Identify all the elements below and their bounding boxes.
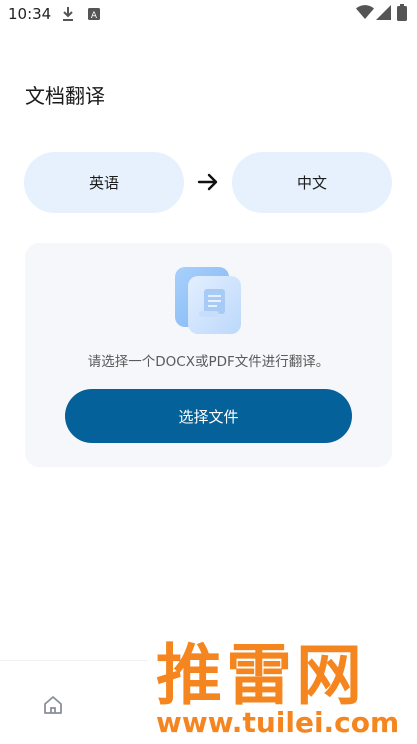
battery-icon	[397, 4, 407, 25]
choose-file-label: 选择文件	[178, 407, 239, 426]
status-time: 10:34	[8, 5, 52, 23]
page-title: 文档翻译	[25, 84, 105, 108]
download-icon	[61, 6, 75, 26]
target-language-label: 中文	[296, 174, 327, 192]
wifi-icon	[356, 5, 374, 24]
arrow-right-icon[interactable]	[197, 170, 219, 194]
svg-text:A: A	[91, 11, 98, 21]
source-language-label: 英语	[88, 174, 119, 192]
a-badge-icon: A	[88, 6, 100, 25]
status-bar: 10:34 A	[0, 0, 417, 30]
upload-hint: 请选择一个DOCX或PDF文件进行翻译。	[87, 354, 330, 370]
signal-icon	[376, 5, 391, 24]
watermark-logo: 推雷网 www.tuilei.com	[148, 622, 417, 743]
target-language-button[interactable]: 中文	[232, 152, 392, 213]
home-icon[interactable]	[42, 694, 64, 720]
choose-file-button[interactable]: 选择文件	[65, 389, 352, 443]
upload-card: 请选择一个DOCX或PDF文件进行翻译。 选择文件	[25, 243, 392, 467]
document-stack-icon	[175, 267, 245, 337]
watermark-url: www.tuilei.com	[156, 706, 400, 739]
source-language-button[interactable]: 英语	[24, 152, 184, 213]
watermark-brand: 推雷网	[156, 637, 366, 714]
